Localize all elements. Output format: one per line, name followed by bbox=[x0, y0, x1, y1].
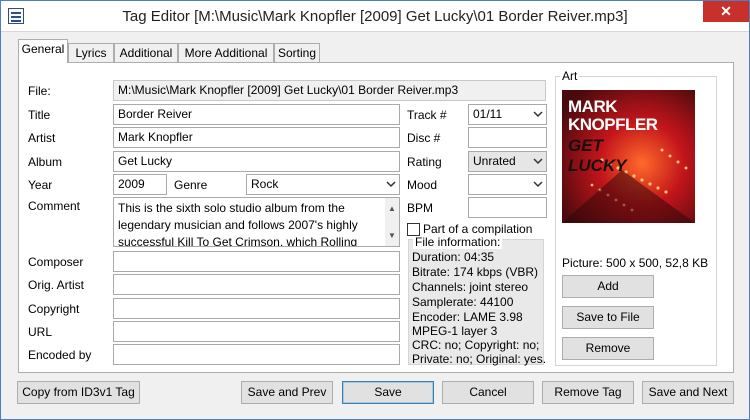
comment-line: legendary musician and follows 2007's hi… bbox=[118, 218, 358, 232]
general-panel: File: M:\Music\Mark Knopfler [2009] Get … bbox=[18, 62, 734, 373]
file-info-line: CRC: no; Copyright: no; bbox=[412, 338, 540, 352]
copy-from-id3v1-button[interactable]: Copy from ID3v1 Tag bbox=[17, 381, 140, 404]
tab-additional[interactable]: Additional bbox=[114, 43, 178, 63]
artist-field[interactable]: Mark Knopfler bbox=[113, 127, 400, 148]
save-art-to-file-button[interactable]: Save to File bbox=[562, 306, 654, 329]
comment-label: Comment bbox=[28, 199, 81, 213]
bpm-field[interactable] bbox=[468, 197, 547, 218]
orig-artist-field[interactable] bbox=[113, 274, 400, 295]
chevron-down-icon bbox=[533, 181, 543, 188]
genre-dropdown[interactable]: Rock bbox=[246, 174, 400, 195]
scroll-up-icon[interactable]: ▲ bbox=[388, 200, 396, 217]
track-label: Track # bbox=[407, 108, 447, 122]
cover-artist-text: MARK KNOPFLER bbox=[568, 98, 658, 134]
comment-scrollbar[interactable]: ▲ ▼ bbox=[385, 198, 399, 246]
tag-editor-window: Tag Editor [M:\Music\Mark Knopfler [2009… bbox=[0, 0, 750, 420]
bpm-label: BPM bbox=[407, 201, 434, 215]
genre-value: Rock bbox=[251, 177, 279, 191]
file-info-line: Samplerate: 44100 bbox=[412, 295, 514, 309]
save-and-next-button[interactable]: Save and Next bbox=[642, 381, 734, 404]
chevron-down-icon bbox=[533, 111, 543, 118]
save-and-prev-button[interactable]: Save and Prev bbox=[241, 381, 333, 404]
track-dropdown[interactable]: 01/11 bbox=[468, 104, 547, 125]
copyright-field[interactable] bbox=[113, 298, 400, 319]
year-label: Year bbox=[28, 178, 53, 192]
tab-sorting[interactable]: Sorting bbox=[274, 43, 320, 63]
disc-field[interactable] bbox=[468, 127, 547, 148]
file-info-line: Encoder: LAME 3.98 bbox=[412, 310, 523, 324]
remove-art-button[interactable]: Remove bbox=[562, 337, 654, 360]
file-info-legend: File information: bbox=[413, 235, 503, 249]
close-button[interactable]: ✕ bbox=[703, 1, 749, 22]
picture-info: Picture: 500 x 500, 52,8 KB bbox=[562, 256, 709, 270]
title-label: Title bbox=[28, 108, 51, 122]
comment-line: successful Kill To Get Crimson, which Ro… bbox=[118, 235, 358, 247]
orig-artist-label: Orig. Artist bbox=[28, 278, 85, 292]
album-field[interactable]: Get Lucky bbox=[113, 151, 400, 172]
file-path-field: M:\Music\Mark Knopfler [2009] Get Lucky\… bbox=[113, 80, 546, 101]
scroll-down-icon[interactable]: ▼ bbox=[388, 227, 396, 244]
cover-line: MARK bbox=[568, 97, 617, 116]
rating-value: Unrated bbox=[473, 154, 516, 168]
title-bar: Tag Editor [M:\Music\Mark Knopfler [2009… bbox=[1, 1, 749, 32]
save-button[interactable]: Save bbox=[342, 381, 434, 404]
cover-album-text: GET LUCKY bbox=[568, 136, 627, 176]
tab-more-additional[interactable]: More Additional bbox=[178, 43, 274, 63]
tab-lyrics[interactable]: Lyrics bbox=[68, 43, 114, 63]
rating-label: Rating bbox=[407, 155, 442, 169]
file-label: File: bbox=[28, 84, 51, 98]
file-info-line: MPEG-1 layer 3 bbox=[412, 324, 498, 338]
remove-tag-button[interactable]: Remove Tag bbox=[542, 381, 634, 404]
cover-line: KNOPFLER bbox=[568, 115, 658, 134]
album-label: Album bbox=[28, 155, 63, 169]
compilation-label: Part of a compilation bbox=[423, 222, 533, 236]
title-field[interactable]: Border Reiver bbox=[113, 104, 400, 125]
encoded-by-field[interactable] bbox=[113, 344, 400, 365]
chevron-down-icon bbox=[386, 181, 396, 188]
disc-label: Disc # bbox=[407, 131, 441, 145]
cover-line: GET bbox=[568, 136, 603, 155]
album-cover-image: MARK KNOPFLER GET LUCKY bbox=[562, 90, 695, 223]
composer-label: Composer bbox=[28, 255, 84, 269]
composer-field[interactable] bbox=[113, 251, 400, 272]
chevron-down-icon bbox=[533, 158, 543, 165]
file-info-line: Bitrate: 174 kbps (VBR) bbox=[412, 265, 539, 279]
encoded-by-label: Encoded by bbox=[28, 348, 92, 362]
file-info-line: Channels: joint stereo bbox=[412, 280, 529, 294]
file-info-line: Private: no; Original: yes. bbox=[412, 352, 547, 366]
cover-line: LUCKY bbox=[568, 156, 627, 175]
tab-general[interactable]: General bbox=[18, 39, 68, 63]
add-art-button[interactable]: Add bbox=[562, 275, 654, 298]
cancel-button[interactable]: Cancel bbox=[442, 381, 534, 404]
file-info-line: Duration: 04:35 bbox=[412, 250, 495, 264]
rating-dropdown[interactable]: Unrated bbox=[468, 151, 547, 172]
comment-textarea[interactable]: This is the sixth solo studio album from… bbox=[113, 197, 400, 247]
url-label: URL bbox=[28, 325, 53, 339]
url-field[interactable] bbox=[113, 321, 400, 342]
window-title: Tag Editor [M:\Music\Mark Knopfler [2009… bbox=[122, 8, 628, 25]
copyright-label: Copyright bbox=[28, 302, 80, 316]
year-field[interactable]: 2009 bbox=[113, 174, 167, 195]
comment-line: This is the sixth solo studio album from… bbox=[118, 201, 345, 215]
mood-label: Mood bbox=[407, 178, 438, 192]
genre-label: Genre bbox=[174, 178, 208, 192]
mood-dropdown[interactable] bbox=[468, 174, 547, 195]
art-legend: Art bbox=[560, 69, 580, 83]
track-value: 01/11 bbox=[473, 107, 503, 121]
artist-label: Artist bbox=[28, 131, 56, 145]
